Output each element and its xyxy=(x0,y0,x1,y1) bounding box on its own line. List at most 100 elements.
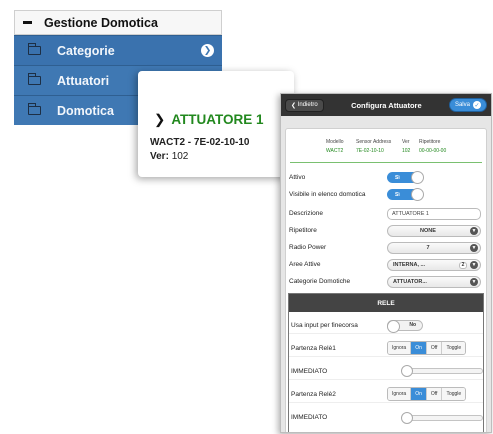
ripetitore-select[interactable]: NONE ▼ xyxy=(387,224,481,237)
actuator-card[interactable]: ❯ ATTUATORE 1 WACT2 - 7E-02-10-10 Ver: 10… xyxy=(138,71,294,177)
field-ripetitore: Ripetitore NONE ▼ xyxy=(286,222,486,239)
card-address: WACT2 - 7E-02-10-10 xyxy=(150,137,249,148)
page-title: Configura Attuatore xyxy=(351,100,422,110)
chevron-down-icon: ▼ xyxy=(470,227,478,235)
field-label: Categorie Domotiche xyxy=(289,278,351,285)
chevron-down-icon: ▼ xyxy=(470,261,478,269)
check-icon: ✓ xyxy=(472,101,481,109)
field-label: Aree Attive xyxy=(289,261,321,268)
divider xyxy=(290,162,482,163)
field-label: Ripetitore xyxy=(289,227,317,234)
folder-icon xyxy=(27,103,41,115)
option-toggle[interactable]: Toggle xyxy=(442,388,466,400)
slider-thumb[interactable] xyxy=(401,365,413,377)
option-toggle[interactable]: Toggle xyxy=(442,342,466,354)
back-button[interactable]: ❮ Indietro xyxy=(285,98,324,112)
field-label: Partenza Relè2 xyxy=(291,390,336,398)
field-aree-attive: Aree Attive INTERNA, ... 2 ▼ xyxy=(286,256,486,273)
selection-count-badge: 2 xyxy=(459,261,467,269)
card-address-text: WACT2 - 7E-02-10-10 xyxy=(150,137,250,148)
info-value: 102 xyxy=(402,148,411,154)
info-value: 00-00-00-00 xyxy=(419,148,447,154)
finecorsa-toggle[interactable]: No xyxy=(387,319,423,333)
folder-icon xyxy=(27,73,41,85)
sidebar-item-label: Attuatori xyxy=(57,73,110,88)
info-header-row: Modello Sensor Address Ver Ripetitore xyxy=(326,139,446,145)
descrizione-input[interactable]: ATTUATORE 1 xyxy=(387,207,481,220)
folder-icon xyxy=(27,43,41,55)
field-immediato2: IMMEDIATO xyxy=(289,409,483,426)
field-attivo: Attivo Sì xyxy=(286,169,486,186)
card-title-text: ATTUATORE 1 xyxy=(171,112,264,127)
info-value: WACT2 xyxy=(326,148,344,154)
config-panel: Modello Sensor Address Ver Ripetitore WA… xyxy=(285,128,487,432)
field-label: Visibile in elenco domotica xyxy=(289,191,366,198)
option-off[interactable]: Off xyxy=(426,388,443,400)
device-info-table: Modello Sensor Address Ver Ripetitore WA… xyxy=(326,139,446,154)
top-bar: ❮ Indietro Configura Attuatore Salva ✓ xyxy=(281,94,491,116)
field-partenza-rele1: Partenza Relè1 Ignora On Off Toggle xyxy=(289,340,483,357)
partenza-rele1-segmented: Ignora On Off Toggle xyxy=(387,341,467,355)
slider-thumb[interactable] xyxy=(401,411,413,424)
menu-header-title: Gestione Domotica xyxy=(44,15,158,30)
card-version-value: 102 xyxy=(171,151,189,162)
sidebar-item-label: Categorie xyxy=(57,43,115,58)
option-on[interactable]: On xyxy=(411,342,427,354)
categorie-select[interactable]: ATTUATOR... ▼ xyxy=(387,275,481,288)
back-button-label: Indietro xyxy=(297,102,318,108)
info-header: Ripetitore xyxy=(419,139,441,145)
radio-power-select[interactable]: 7 ▼ xyxy=(387,241,481,254)
option-ignora[interactable]: Ignora xyxy=(388,342,412,354)
option-off[interactable]: Off xyxy=(426,342,443,354)
phone-screen: ❮ Indietro Configura Attuatore Salva ✓ M… xyxy=(280,93,492,433)
immediato1-slider[interactable] xyxy=(401,365,483,377)
info-header: Sensor Address xyxy=(356,139,392,145)
toggle-label: Sì xyxy=(395,174,400,181)
partenza-rele2-segmented: Ignora On Off Toggle xyxy=(387,387,467,401)
field-label: IMMEDIATO xyxy=(291,367,328,375)
toggle-knob xyxy=(411,188,424,201)
select-value: NONE xyxy=(420,227,436,234)
field-categorie: Categorie Domotiche ATTUATOR... ▼ xyxy=(286,273,486,290)
chevron-right-icon: ❯ xyxy=(201,44,214,57)
info-value: 7E-02-10-10 xyxy=(356,148,384,154)
field-label: Usa input per finecorsa xyxy=(291,321,358,329)
attivo-toggle[interactable]: Sì xyxy=(387,171,424,184)
card-title[interactable]: ❯ ATTUATORE 1 xyxy=(154,112,264,128)
select-value: ATTUATOR... xyxy=(393,278,427,285)
field-label: IMMEDIATO xyxy=(291,414,328,421)
info-header: Modello xyxy=(326,139,344,145)
toggle-knob xyxy=(411,171,424,184)
info-header: Ver xyxy=(402,139,410,145)
field-immediato1: IMMEDIATO xyxy=(289,363,483,380)
toggle-knob xyxy=(387,319,400,333)
field-radio-power: Radio Power 7 ▼ xyxy=(286,239,486,256)
visibile-toggle[interactable]: Sì xyxy=(387,188,424,201)
sidebar-item-label: Domotica xyxy=(57,103,114,118)
field-label: Partenza Relè1 xyxy=(291,344,336,352)
menu-header[interactable]: Gestione Domotica xyxy=(14,10,222,35)
section-title: RELE xyxy=(289,294,483,312)
toggle-label: Sì xyxy=(395,191,400,198)
slider-track xyxy=(407,368,483,374)
chevron-right-icon: ❯ xyxy=(154,112,166,127)
chevron-down-icon: ▼ xyxy=(470,244,478,252)
select-value: 7 xyxy=(426,244,430,251)
chevron-down-icon: ▼ xyxy=(470,278,478,286)
sidebar-item-categorie[interactable]: Categorie ❯ xyxy=(14,35,222,65)
chevron-left-icon: ❮ xyxy=(291,102,298,109)
field-visibile: Visibile in elenco domotica Sì xyxy=(286,186,486,203)
slider-track xyxy=(407,414,483,421)
save-button[interactable]: Salva ✓ xyxy=(448,98,487,112)
immediato2-slider[interactable] xyxy=(401,411,483,424)
collapse-icon[interactable] xyxy=(23,21,32,24)
field-partenza-rele2: Partenza Relè2 Ignora On Off Toggle xyxy=(289,386,483,403)
aree-attive-select[interactable]: INTERNA, ... 2 ▼ xyxy=(387,258,481,271)
card-version: Ver: 102 xyxy=(150,151,188,162)
option-on[interactable]: On xyxy=(411,388,427,400)
save-button-label: Salva xyxy=(454,102,470,108)
rele-section: RELE Usa input per finecorsa No Partenza… xyxy=(288,293,484,432)
toggle-label: No xyxy=(409,322,416,328)
info-value-row: WACT2 7E-02-10-10 102 00-00-00-00 xyxy=(326,148,446,154)
option-ignora[interactable]: Ignora xyxy=(388,388,412,400)
